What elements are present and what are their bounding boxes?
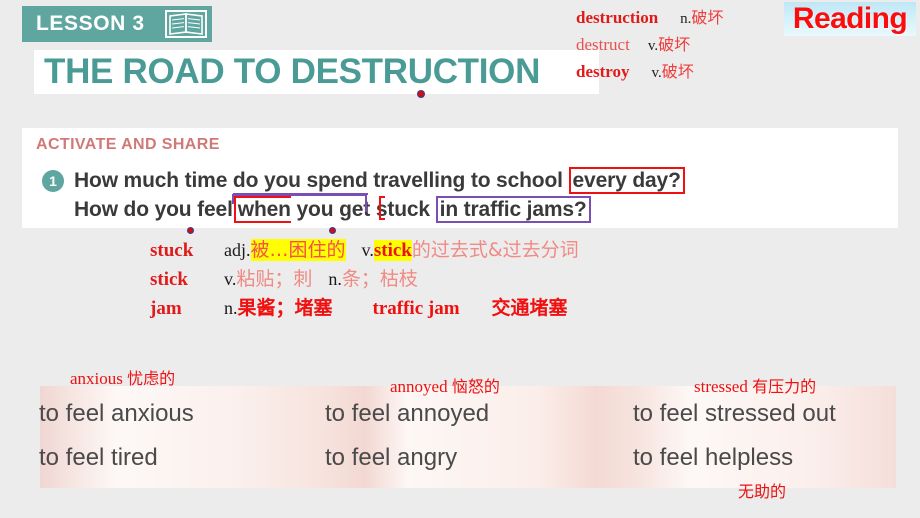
note-en: annoyed xyxy=(390,377,448,396)
vocab-mid-pos: adj. xyxy=(224,240,251,260)
title-annotation-dot xyxy=(418,91,424,97)
vocab-mid-word: stuck xyxy=(150,240,194,261)
reading-label: Reading xyxy=(792,2,908,35)
question-text: How much time do you spend travelling to… xyxy=(74,166,889,224)
question-part-3: travelling to school xyxy=(367,169,569,192)
note-cn: 忧虑的 xyxy=(127,369,176,388)
question-part-1: How much time xyxy=(74,169,233,192)
vocab-top-pos: v. xyxy=(651,65,662,81)
question-part-underlined: do you spend xyxy=(232,169,368,195)
vocab-mid-meaning: 果酱；堵塞 xyxy=(237,297,333,319)
question-number-badge: 1 xyxy=(42,170,64,192)
annotation-bracket-red-tail-top xyxy=(379,196,385,198)
vocab-mid-list: stuck adj.被…困住的 v.stick的过去式&过去分词 stick v.粘贴… xyxy=(150,236,579,323)
vocab-mid-meaning-2: 的过去式&过去分词 xyxy=(411,239,579,261)
phrase-cell: to feel stressed out xyxy=(633,400,836,427)
vocab-top-pos: n. xyxy=(680,11,692,27)
vocab-mid-word-2-highlighted: stick xyxy=(373,240,412,261)
note-annoyed: annoyed 恼怒的 xyxy=(390,373,500,397)
annotation-purple-connector-left xyxy=(232,194,234,204)
phrase-cell: to feel annoyed xyxy=(325,400,490,427)
reading-badge: Reading xyxy=(784,2,916,36)
note-cn: 恼怒的 xyxy=(451,377,500,396)
note-helpless: 无助的 xyxy=(738,478,786,502)
vocab-mid-word: stick xyxy=(150,269,188,290)
note-en: stressed xyxy=(694,377,748,396)
note-cn: 有压力的 xyxy=(752,377,817,396)
question-part-bracketed-when: when xyxy=(233,196,291,223)
annotation-bracket-red-tail xyxy=(379,196,381,220)
vocab-top-meaning: 破坏 xyxy=(658,35,691,54)
vocab-mid-pos-2: v. xyxy=(361,240,374,260)
note-cn: 无助的 xyxy=(738,482,787,501)
annotation-purple-connector-top xyxy=(232,194,367,196)
vocab-mid-row-stuck: stuck adj.被…困住的 v.stick的过去式&过去分词 xyxy=(150,236,579,265)
phrase-cell: to feel tired xyxy=(39,444,158,471)
vocab-top-pos: v. xyxy=(647,38,659,54)
vocab-top-word: destruction xyxy=(576,8,659,27)
phrase-cell: to feel anxious xyxy=(39,400,194,427)
section-heading: ACTIVATE AND SHARE xyxy=(36,136,220,153)
vocab-mid-pos-2: n. xyxy=(328,269,342,289)
note-stressed: stressed 有压力的 xyxy=(694,373,816,397)
emotion-phrases-image: to feel anxious to feel annoyed to feel … xyxy=(39,386,896,488)
vocab-mid-pos: v. xyxy=(224,269,237,289)
vocab-top-row: destruct v.破坏 xyxy=(576,31,723,58)
open-book-icon xyxy=(163,9,209,39)
vocab-mid-meaning-highlighted: 被…困住的 xyxy=(250,239,346,261)
vocab-mid-meaning-2: 条；枯枝 xyxy=(341,268,418,290)
page-title: THE ROAD TO DESTRUCTION xyxy=(44,52,541,91)
lesson-badge: LESSON 3 xyxy=(22,6,212,42)
vocab-top-meaning: 破坏 xyxy=(691,8,724,27)
vocab-top-meaning: 破坏 xyxy=(661,62,694,81)
note-anxious: anxious 忧虑的 xyxy=(70,365,175,389)
vocab-top-list: destruction n.破坏 destruct v.破坏 destroy v.破坏 xyxy=(576,4,723,85)
vocab-mid-row-jam: jam n.果酱；堵塞 traffic jam 交通堵塞 xyxy=(150,294,579,323)
phrase-cell: to feel helpless xyxy=(633,444,794,471)
slide-root: LESSON 3 THE ROAD TO DESTRUCTION destruc… xyxy=(0,0,920,518)
annotation-dot-right xyxy=(330,228,335,233)
question-part-5: How do you feel xyxy=(74,198,233,221)
annotation-bracket-red-tail-bottom xyxy=(379,218,385,220)
vocab-mid-meaning: 粘贴；刺 xyxy=(236,268,313,290)
vocab-mid-phrase: traffic jam xyxy=(372,298,460,319)
annotation-purple-connector xyxy=(365,196,367,212)
lesson-label: LESSON 3 xyxy=(36,12,145,35)
question-part-bracketed-everyday: every day? xyxy=(568,167,685,194)
vocab-mid-word: jam xyxy=(150,298,182,319)
vocab-top-row: destruction n.破坏 xyxy=(576,4,723,31)
annotation-dot-left xyxy=(188,228,193,233)
question-part-boxed-trafficjams: in traffic jams? xyxy=(435,196,591,223)
vocab-top-word: destruct xyxy=(576,35,630,54)
note-en: anxious xyxy=(70,369,123,388)
vocab-top-word: destroy xyxy=(576,62,630,81)
phrase-cell: to feel angry xyxy=(325,444,458,471)
vocab-mid-phrase-meaning: 交通堵塞 xyxy=(491,297,568,319)
vocab-mid-row-stick: stick v.粘贴；刺 n.条；枯枝 xyxy=(150,265,579,294)
vocab-top-row: destroy v.破坏 xyxy=(576,58,723,85)
vocab-mid-pos: n. xyxy=(224,298,238,318)
